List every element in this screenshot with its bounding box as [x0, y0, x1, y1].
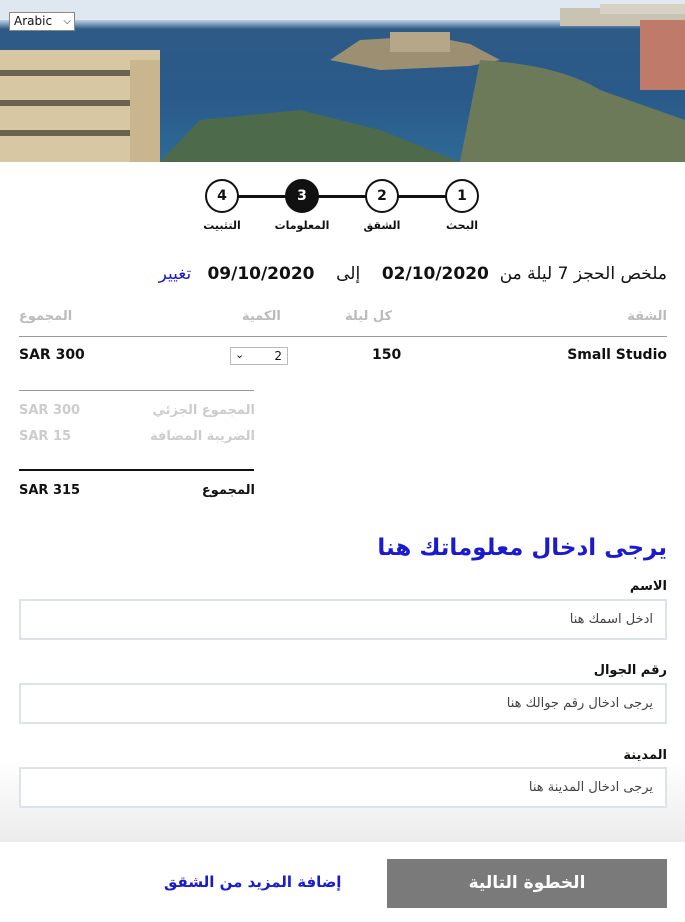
phone-field-box: [19, 683, 667, 724]
change-dates-link[interactable]: تغيير: [159, 264, 192, 284]
chevron-down-icon: ⌵: [63, 16, 71, 27]
name-input[interactable]: [21, 601, 665, 638]
table-header-divider: [19, 336, 667, 337]
tax-label: الضريبة المضافة: [150, 429, 255, 444]
language-select[interactable]: Arabic ⌵: [9, 12, 75, 31]
summary-to-word: إلى: [336, 264, 361, 284]
grand-total-value: SAR 315: [19, 483, 81, 498]
row-per-night: 150: [372, 347, 402, 363]
step-4-label: التثبيت: [203, 219, 241, 232]
hero-banner-image: [0, 0, 685, 162]
quantity-select[interactable]: ⌄ 2: [230, 347, 288, 365]
step-1-circle[interactable]: 1: [445, 179, 479, 213]
step-2-circle[interactable]: 2: [365, 179, 399, 213]
add-more-apartments-link[interactable]: إضافة المزيد من الشقق: [164, 873, 341, 891]
step-3-circle: 3: [285, 179, 319, 213]
grand-total-label: المجموع: [201, 483, 255, 498]
header-total: المجموع: [19, 309, 73, 324]
step-2-number: 2: [377, 188, 387, 204]
step-3-number: 3: [297, 188, 307, 204]
step-4-number: 4: [217, 188, 227, 204]
city-label: المدينة: [623, 748, 667, 763]
quantity-value: 2: [274, 349, 282, 363]
summary-from-date: 02/10/2020: [381, 264, 489, 284]
totals-divider: [19, 390, 254, 391]
row-total: SAR 300: [19, 347, 85, 363]
summary-prefix: ملخص الحجز 7 ليلة من: [499, 264, 667, 284]
booking-summary: ملخص الحجز 7 ليلة من 02/10/2020 إلى 09/1…: [159, 264, 667, 284]
header-apartment: الشقة: [627, 309, 667, 324]
stepper-line: [222, 195, 464, 198]
header-quantity: الكمية: [242, 309, 281, 324]
name-label: الاسم: [629, 579, 667, 594]
step-2-label: الشقق: [363, 219, 401, 232]
name-field-box: [19, 599, 667, 640]
form-title: يرجى ادخال معلوماتك هنا: [377, 535, 667, 561]
header-per-night: كل ليلة: [345, 309, 393, 324]
row-apartment-name: Small Studio: [567, 347, 667, 363]
step-1-label: البحث: [446, 219, 478, 232]
grand-total-divider: [19, 469, 254, 471]
step-4-circle: 4: [205, 179, 239, 213]
city-input[interactable]: [21, 769, 665, 806]
summary-to-date: 09/10/2020: [207, 264, 315, 284]
subtotal-label: المجموع الجزئي: [152, 403, 255, 418]
step-1-number: 1: [457, 188, 467, 204]
phone-label: رقم الجوال: [593, 663, 667, 678]
language-select-value: Arabic: [14, 14, 53, 28]
tax-value: SAR 15: [19, 429, 72, 444]
next-step-button[interactable]: الخطوة التالية: [387, 859, 667, 908]
chevron-down-icon: ⌄: [235, 348, 245, 361]
city-field-box: [19, 767, 667, 808]
phone-input[interactable]: [21, 685, 665, 722]
subtotal-value: SAR 300: [19, 403, 81, 418]
step-3-label: المعلومات: [274, 219, 330, 232]
